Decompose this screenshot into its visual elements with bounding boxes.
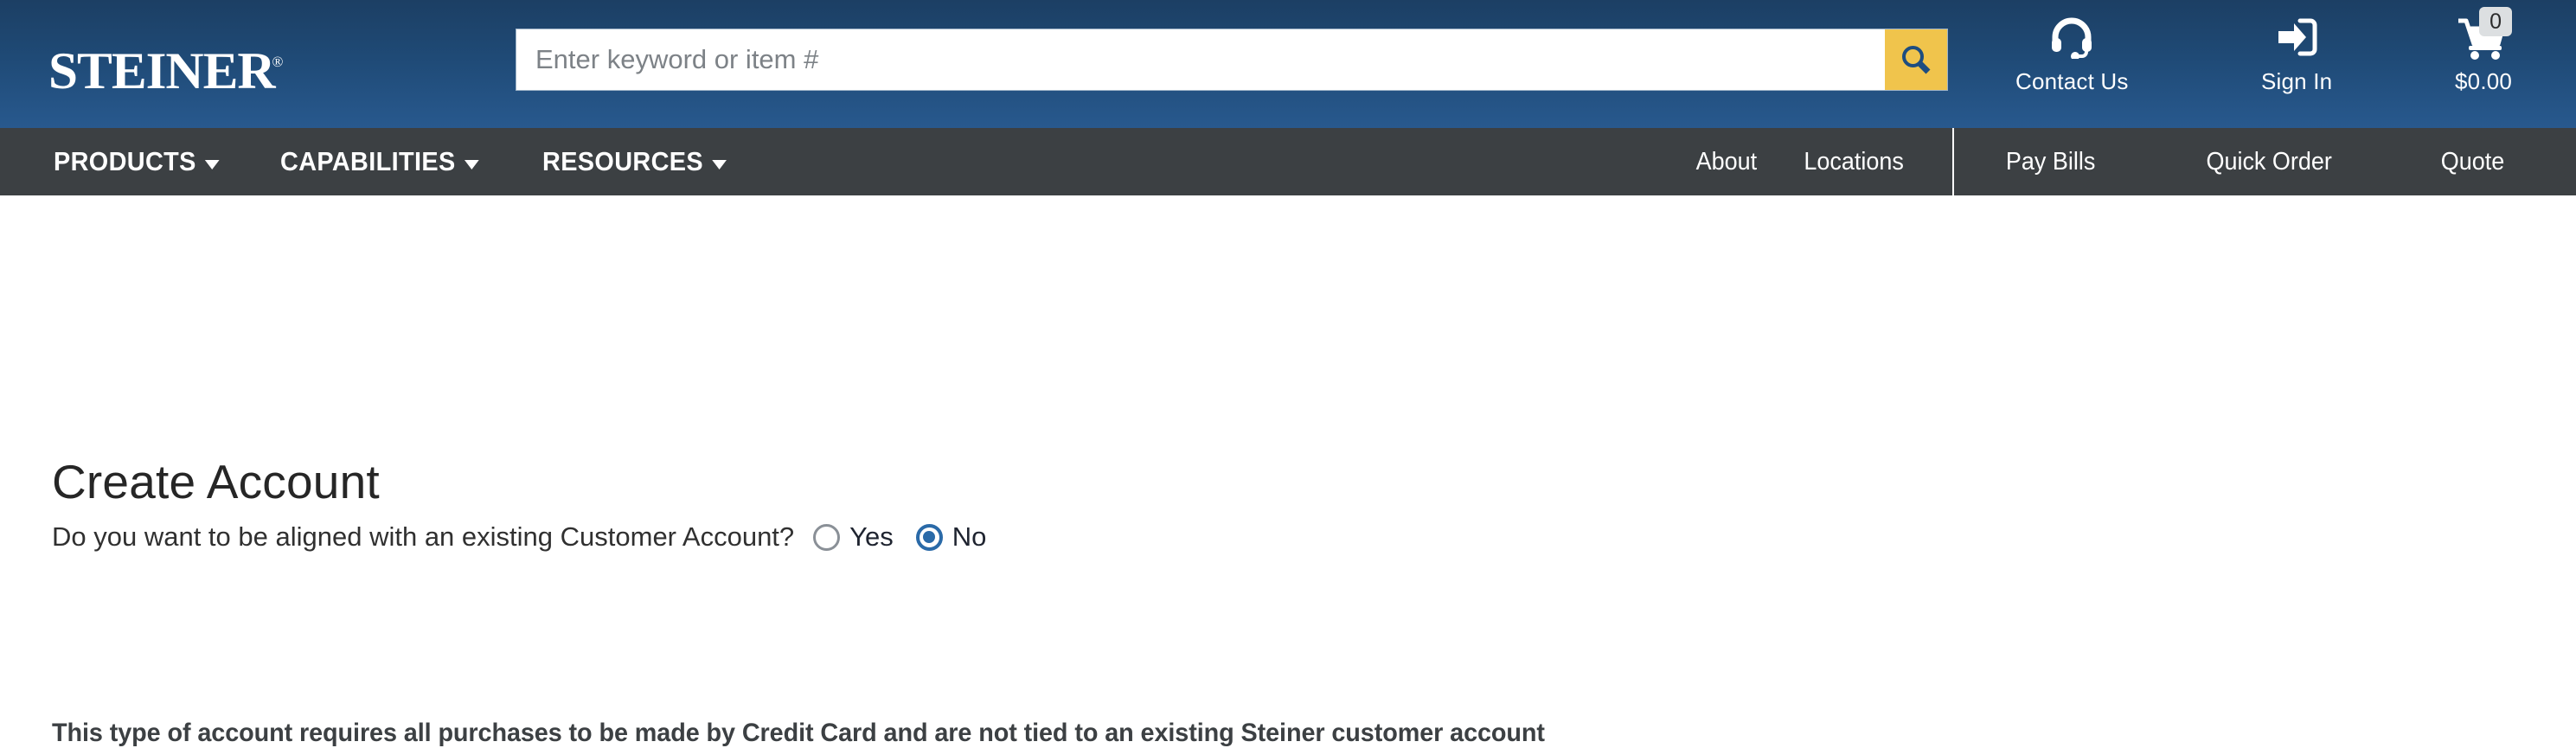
nav-item-locations[interactable]: Locations [1804,148,1904,176]
search-submit-button[interactable] [1885,29,1947,90]
site-logo[interactable]: Steiner ® [48,17,429,111]
cart-link[interactable]: 0 $0.00 [2455,7,2513,95]
radio-no-label: No [952,521,987,552]
nav-item-products-label: PRODUCTS [54,146,196,176]
contact-us-link[interactable]: Contact Us [2015,12,2129,95]
chevron-down-icon [712,159,727,169]
nav-item-capabilities-label: CAPABILITIES [280,146,456,176]
nav-action-links: Pay Bills Quick Order Quote [1954,148,2576,176]
chevron-down-icon [204,159,220,169]
main-navigation: PRODUCTS CAPABILITIES RESOURCES About Lo… [0,128,2576,195]
radio-no-indicator[interactable] [915,523,943,551]
nav-item-pay-bills[interactable]: Pay Bills [2006,148,2095,176]
headset-icon [2048,12,2095,62]
radio-yes-label: Yes [849,521,894,552]
nav-info-links: About Locations [1694,148,1953,176]
nav-item-quick-order[interactable]: Quick Order [2206,148,2331,176]
site-header: Steiner® Contact Us [0,0,2576,128]
nav-primary-group: PRODUCTS CAPABILITIES RESOURCES [54,146,740,177]
login-arrow-icon [2274,12,2319,62]
page-title: Create Account [52,454,380,508]
contact-us-label: Contact Us [2015,68,2129,94]
cart-count-badge: 0 [2479,7,2513,36]
chevron-down-icon [464,159,479,169]
nav-secondary-group: About Locations Pay Bills Quick Order Qu… [1694,128,2576,195]
search-input[interactable] [516,29,1885,90]
radio-option-no[interactable]: No [915,521,987,553]
account-alignment-question-row: Do you want to be aligned with an existi… [52,521,1009,553]
nav-item-about[interactable]: About [1695,148,1756,176]
logo-wordmark: Steiner [48,22,276,105]
credit-card-notice: This type of account requires all purcha… [52,719,1545,747]
nav-item-products[interactable]: PRODUCTS [54,146,220,177]
sign-in-label: Sign In [2261,68,2333,94]
shopping-cart-icon: 0 [2457,7,2513,62]
cart-total-label: $0.00 [2455,68,2513,94]
nav-item-quote[interactable]: Quote [2441,148,2504,176]
radio-yes-indicator[interactable] [813,523,841,551]
sign-in-link[interactable]: Sign In [2261,12,2332,95]
account-alignment-question: Do you want to be aligned with an existi… [52,521,795,552]
search-bar [516,29,1948,91]
main-content: Create Account Do you want to be aligned… [0,195,2576,747]
radio-option-yes[interactable]: Yes [813,521,894,553]
search-icon [1902,46,1931,74]
nav-item-resources-label: RESOURCES [541,146,703,176]
nav-item-resources[interactable]: RESOURCES [542,146,727,177]
nav-item-capabilities[interactable]: CAPABILITIES [280,146,479,177]
